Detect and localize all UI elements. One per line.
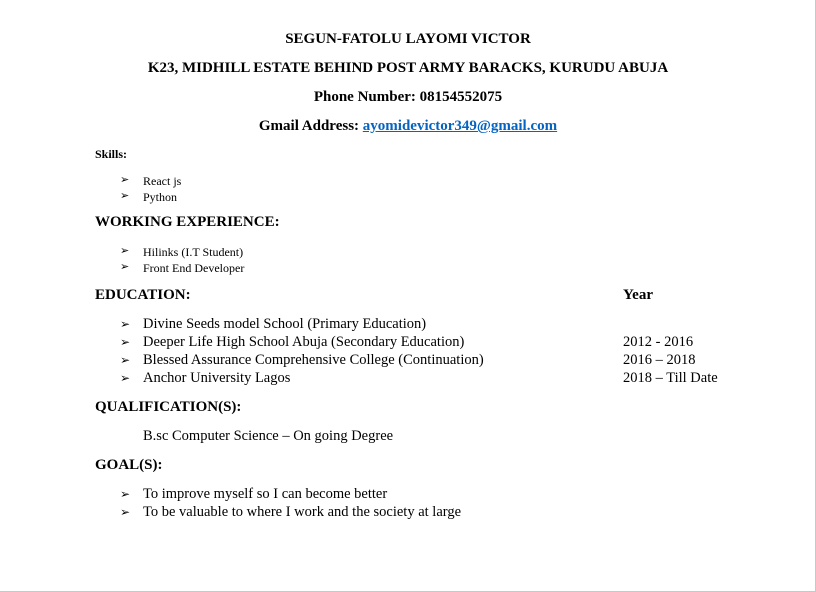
bullet-arrow-icon: ➢ [120, 371, 131, 385]
education-year: 2018 – Till Date [623, 370, 718, 386]
bullet-arrow-icon: ➢ [120, 317, 131, 331]
experience-item: Hilinks (I.T Student) [143, 245, 244, 259]
qualification-heading: QUALIFICATION(S): [95, 399, 242, 415]
goal-item: To be valuable to where I work and the s… [143, 504, 462, 520]
education-year: 2016 – 2018 [623, 352, 696, 368]
skill-item: Python [143, 190, 178, 204]
bullet-arrow-icon: ➢ [120, 261, 130, 273]
document-page: SEGUN-FATOLU LAYOMI VICTOR K23, MIDHILL … [0, 0, 816, 592]
skill-item: React js [143, 174, 182, 188]
experience-heading: WORKING EXPERIENCE: [95, 214, 280, 230]
bullet-arrow-icon: ➢ [120, 505, 131, 519]
email-link[interactable]: ayomidevictor349@gmail.com [363, 118, 557, 134]
qualification-text: B.sc Computer Science – On going Degree [143, 428, 394, 444]
year-heading: Year [623, 287, 653, 303]
education-school: Anchor University Lagos [143, 370, 291, 386]
bullet-arrow-icon: ➢ [120, 353, 131, 367]
experience-item: Front End Developer [143, 261, 245, 275]
applicant-address: K23, MIDHILL ESTATE BEHIND POST ARMY BAR… [147, 60, 669, 76]
goals-heading: GOAL(S): [95, 457, 163, 473]
education-school: Divine Seeds model School (Primary Educa… [143, 316, 427, 332]
skills-heading: Skills: [95, 147, 128, 161]
bullet-arrow-icon: ➢ [120, 335, 131, 349]
applicant-name: SEGUN-FATOLU LAYOMI VICTOR [285, 31, 531, 47]
education-heading: EDUCATION: [95, 287, 191, 303]
email-line: Gmail Address: ayomidevictor349@gmail.co… [0, 118, 816, 135]
bullet-arrow-icon: ➢ [120, 245, 130, 257]
email-label: Gmail Address: [258, 118, 363, 134]
bullet-arrow-icon: ➢ [120, 190, 130, 202]
education-school: Deeper Life High School Abuja (Secondary… [143, 334, 465, 350]
education-school: Blessed Assurance Comprehensive College … [143, 352, 484, 368]
education-year: 2012 - 2016 [623, 334, 694, 350]
goal-item: To improve myself so I can become better [143, 486, 388, 502]
phone-number: Phone Number: 08154552075 [313, 89, 503, 105]
bullet-arrow-icon: ➢ [120, 174, 130, 186]
bullet-arrow-icon: ➢ [120, 487, 131, 501]
